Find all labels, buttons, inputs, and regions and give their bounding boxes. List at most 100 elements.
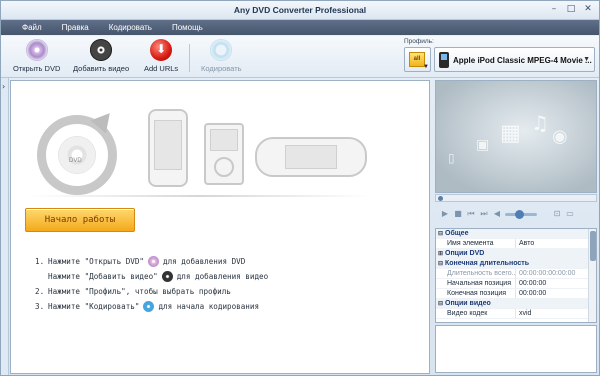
expand-toggle-icon[interactable]: ⊟ (436, 260, 445, 267)
property-category[interactable]: ⊟ Общее (436, 229, 596, 239)
psp-graphic (255, 137, 367, 177)
open-dvd-button[interactable]: Открыть DVD (13, 39, 60, 73)
encode-label: Кодировать (201, 64, 242, 73)
film-reel-icon (90, 39, 113, 61)
main-area[interactable]: DVD Начало работы 1. Нажмите "Открыть DV… (10, 80, 430, 374)
open-dvd-label: Открыть DVD (13, 64, 61, 73)
properties-scrollbar[interactable] (588, 229, 596, 322)
property-category[interactable]: ⊞ Опции DVD (436, 249, 596, 259)
property-key: Конечная позиция (447, 290, 507, 297)
menu-encode[interactable]: Кодировать (102, 23, 165, 32)
menu-edit[interactable]: Правка (55, 23, 102, 32)
scrollbar-thumb[interactable] (590, 231, 596, 261)
profile-category-button[interactable]: all ▼ (404, 47, 431, 72)
snapshot-icon[interactable]: ⊡ (552, 209, 562, 219)
toolbar-separator (189, 44, 190, 72)
dvd-icon (148, 256, 160, 267)
add-video-button[interactable]: Добавить видео (73, 39, 129, 73)
encode-icon (143, 301, 155, 312)
ipod-graphic (204, 123, 244, 185)
properties-grid[interactable]: ⊟ Общее Имя элемента Авто ⊞ Опции DVD ⊟ Конечна… (435, 228, 597, 323)
music-note-icon: ♫ (531, 111, 549, 135)
title-bar: Any DVD Converter Professional – □ ✕ (1, 1, 599, 20)
volume-handle[interactable] (515, 209, 524, 219)
download-icon (150, 39, 173, 61)
step-encode: 3. Нажмите "Кодировать" для начала кодир… (35, 301, 260, 312)
expand-toggle-icon[interactable]: ⊟ (436, 230, 445, 237)
video-preview: ▦ ♫ ◉ ▣ ▯ (435, 80, 597, 193)
property-row[interactable]: Длительность всего... 00:00:00:00:00:00 (436, 269, 596, 279)
prev-frame-button[interactable]: ⏮ (466, 209, 476, 219)
menu-file[interactable]: Файл (15, 23, 55, 32)
iphone-graphic (148, 109, 188, 187)
start-button[interactable]: Начало работы (25, 208, 135, 232)
volume-slider[interactable] (505, 209, 537, 219)
app-window: Any DVD Converter Professional – □ ✕ Фай… (0, 0, 600, 376)
step-add-video: Нажмите "Добавить видео" для добавления … (48, 271, 269, 282)
category-label: Опции DVD (445, 250, 485, 257)
property-value[interactable]: Авто (515, 239, 596, 248)
stop-button[interactable]: ■ (453, 209, 463, 219)
profile-value: Apple iPod Classic MPEG-4 Movie ... (453, 56, 592, 65)
ipod-icon (439, 52, 449, 68)
phone-icon: ▯ (448, 151, 455, 165)
property-value[interactable]: 00:00:00 (515, 279, 596, 288)
category-label: Опции видео (445, 300, 491, 307)
profile-select[interactable]: Apple iPod Classic MPEG-4 Movie ... ▼ (434, 47, 595, 72)
film-strip-icon: ▦ (500, 121, 521, 146)
encode-icon (210, 39, 233, 61)
property-row[interactable]: Конечная позиция 00:00:00 (436, 289, 596, 299)
instructions: 1. Нажмите "Открыть DVD" для добавления … (35, 254, 268, 314)
encode-button[interactable]: Кодировать (201, 39, 242, 73)
category-label: Конечная длительность (445, 260, 530, 267)
properties-rows: ⊟ Общее Имя элемента Авто ⊞ Опции DVD ⊟ Конечна… (436, 229, 596, 319)
speaker-icon[interactable]: ◀ (492, 209, 502, 219)
property-category[interactable]: ⊟ Опции видео (436, 299, 596, 309)
property-value[interactable]: 00:00:00 (515, 289, 596, 298)
toolbar: Открыть DVD Добавить видео Add URLs Коди… (1, 36, 599, 78)
close-button[interactable]: ✕ (581, 4, 595, 16)
add-urls-button[interactable]: Add URLs (144, 39, 178, 73)
property-key: Видео кодек (447, 310, 488, 317)
dvd-icon (25, 39, 48, 61)
film-icon (161, 271, 173, 282)
dropdown-arrow-icon[interactable]: ▼ (583, 56, 590, 63)
collapse-strip[interactable]: › (1, 78, 9, 375)
seek-slider[interactable] (435, 194, 597, 202)
folder-icon[interactable]: ▭ (565, 209, 575, 219)
expand-arrow-icon[interactable]: › (2, 82, 5, 91)
play-button[interactable]: ▶ (440, 209, 450, 219)
property-key: Имя элемента (447, 240, 494, 247)
add-video-label: Добавить видео (73, 64, 130, 73)
profile-group: Профиль: all ▼ Apple iPod Classic MPEG-4… (401, 37, 595, 75)
menu-help[interactable]: Помощь (165, 23, 216, 32)
add-urls-label: Add URLs (144, 64, 179, 73)
next-frame-button[interactable]: ⏭ (479, 209, 489, 219)
dvd-graphic-label: DVD (69, 158, 82, 164)
step-profile: 2. Нажмите "Профиль", чтобы выбрать проф… (35, 287, 231, 296)
player-controls: ▶ ■ ⏮ ⏭ ◀ ⊡ ▭ (435, 204, 597, 224)
expand-toggle-icon[interactable]: ⊟ (436, 300, 445, 307)
disc-icon: ◉ (552, 126, 568, 147)
photo-icon: ▣ (476, 137, 490, 153)
property-key: Длительность всего... (447, 270, 515, 277)
seek-handle[interactable] (438, 196, 443, 201)
property-row[interactable]: Видео кодек xvid (436, 309, 596, 319)
minimize-button[interactable]: – (547, 4, 561, 16)
property-category[interactable]: ⊟ Конечная длительность (436, 259, 596, 269)
category-label: Общее (445, 230, 469, 237)
step-open-dvd: 1. Нажмите "Открыть DVD" для добавления … (35, 256, 246, 267)
property-value[interactable]: xvid (515, 309, 596, 318)
property-row[interactable]: Имя элемента Авто (436, 239, 596, 249)
chevron-down-icon: ▼ (423, 64, 429, 70)
reflection-divider (31, 195, 371, 197)
property-description (435, 325, 597, 373)
menu-bar: Файл Правка Кодировать Помощь (1, 20, 599, 35)
property-value[interactable]: 00:00:00:00:00:00 (515, 269, 596, 278)
property-row[interactable]: Начальная позиция 00:00:00 (436, 279, 596, 289)
property-key: Начальная позиция (447, 280, 511, 287)
maximize-button[interactable]: □ (564, 4, 578, 16)
window-title: Any DVD Converter Professional (233, 5, 367, 15)
expand-toggle-icon[interactable]: ⊞ (436, 250, 445, 257)
window-controls: – □ ✕ (547, 4, 595, 16)
